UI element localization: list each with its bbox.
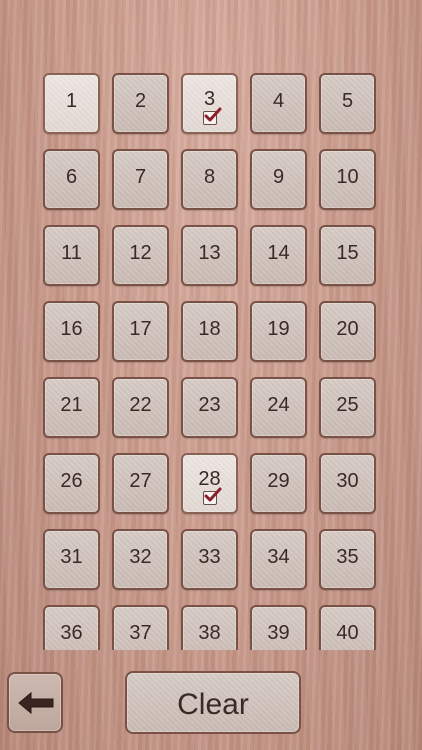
tile-number: 29 [267, 470, 290, 492]
number-tile[interactable]: 19 [250, 301, 307, 362]
number-tile[interactable]: 40 [319, 605, 376, 650]
tile-number: 7 [134, 166, 147, 188]
number-tile[interactable]: 10 [319, 149, 376, 210]
tile-number: 14 [267, 242, 290, 264]
tile-number: 40 [336, 622, 359, 644]
tile-number: 4 [272, 90, 285, 112]
number-tile[interactable]: 14 [250, 225, 307, 286]
number-tile[interactable]: 35 [319, 529, 376, 590]
checkmark-icon [203, 487, 222, 505]
back-button[interactable] [7, 672, 63, 733]
number-tile[interactable]: 23 [181, 377, 238, 438]
number-tile[interactable]: 32 [112, 529, 169, 590]
tile-number: 17 [129, 318, 152, 340]
number-tile[interactable]: 16 [43, 301, 100, 362]
number-tile[interactable]: 33 [181, 529, 238, 590]
tile-number: 21 [60, 394, 83, 416]
number-tile[interactable]: 28 [181, 453, 238, 514]
number-tile[interactable]: 7 [112, 149, 169, 210]
number-tile[interactable]: 31 [43, 529, 100, 590]
number-tile[interactable]: 13 [181, 225, 238, 286]
number-tile[interactable]: 5 [319, 73, 376, 134]
number-tile[interactable]: 38 [181, 605, 238, 650]
tile-number: 13 [198, 242, 221, 264]
tile-number: 32 [129, 546, 152, 568]
number-tile[interactable]: 9 [250, 149, 307, 210]
tile-number: 31 [60, 546, 83, 568]
tile-number: 19 [267, 318, 290, 340]
tile-number: 30 [336, 470, 359, 492]
number-tile[interactable]: 11 [43, 225, 100, 286]
number-tile[interactable]: 34 [250, 529, 307, 590]
number-tile[interactable]: 20 [319, 301, 376, 362]
number-tile[interactable]: 1 [43, 73, 100, 134]
tile-number: 33 [198, 546, 221, 568]
tile-number: 11 [61, 242, 82, 264]
number-tile-grid: 1 2 3 4 5 6 7 8 9 10 11 12 13 14 15 16 17 18 19 20 21 22 23 24 2… [43, 73, 376, 650]
tile-number: 34 [267, 546, 290, 568]
tile-number: 38 [198, 622, 221, 644]
number-tile[interactable]: 2 [112, 73, 169, 134]
number-tile[interactable]: 26 [43, 453, 100, 514]
tile-number: 22 [129, 394, 152, 416]
tile-number: 36 [60, 622, 83, 644]
tile-number: 15 [336, 242, 359, 264]
number-tile[interactable]: 22 [112, 377, 169, 438]
tile-number: 16 [60, 318, 83, 340]
tile-number: 18 [198, 318, 221, 340]
number-tile[interactable]: 30 [319, 453, 376, 514]
tile-number: 20 [336, 318, 359, 340]
tile-number: 23 [198, 394, 221, 416]
number-tile[interactable]: 3 [181, 73, 238, 134]
clear-button[interactable]: Clear [125, 671, 301, 734]
checkmark-icon [203, 107, 222, 125]
tile-number: 5 [341, 90, 354, 112]
tile-number: 10 [336, 166, 359, 188]
number-tile[interactable]: 17 [112, 301, 169, 362]
number-tile[interactable]: 27 [112, 453, 169, 514]
number-tile[interactable]: 24 [250, 377, 307, 438]
tile-number: 12 [129, 242, 152, 264]
tile-number: 26 [60, 470, 83, 492]
tile-grid-viewport[interactable]: 1 2 3 4 5 6 7 8 9 10 11 12 13 14 15 16 17 18 19 20 21 22 23 24 2… [0, 0, 422, 650]
tile-number: 1 [65, 90, 78, 112]
tile-number: 27 [129, 470, 152, 492]
tile-number: 25 [336, 394, 359, 416]
number-tile[interactable]: 6 [43, 149, 100, 210]
number-tile[interactable]: 12 [112, 225, 169, 286]
number-tile[interactable]: 25 [319, 377, 376, 438]
tile-number: 8 [203, 166, 216, 188]
number-tile[interactable]: 29 [250, 453, 307, 514]
tile-number: 2 [134, 90, 147, 112]
number-tile[interactable]: 21 [43, 377, 100, 438]
tile-number: 6 [65, 166, 78, 188]
tile-number: 35 [336, 546, 359, 568]
tile-number: 37 [129, 622, 152, 644]
tile-number: 9 [272, 166, 285, 188]
number-tile[interactable]: 8 [181, 149, 238, 210]
number-tile[interactable]: 15 [319, 225, 376, 286]
tile-number: 39 [267, 622, 290, 644]
clear-button-label: Clear [177, 688, 249, 721]
number-tile[interactable]: 36 [43, 605, 100, 650]
tile-number: 24 [267, 394, 290, 416]
number-tile[interactable]: 18 [181, 301, 238, 362]
number-tile[interactable]: 4 [250, 73, 307, 134]
number-tile[interactable]: 39 [250, 605, 307, 650]
number-tile[interactable]: 37 [112, 605, 169, 650]
